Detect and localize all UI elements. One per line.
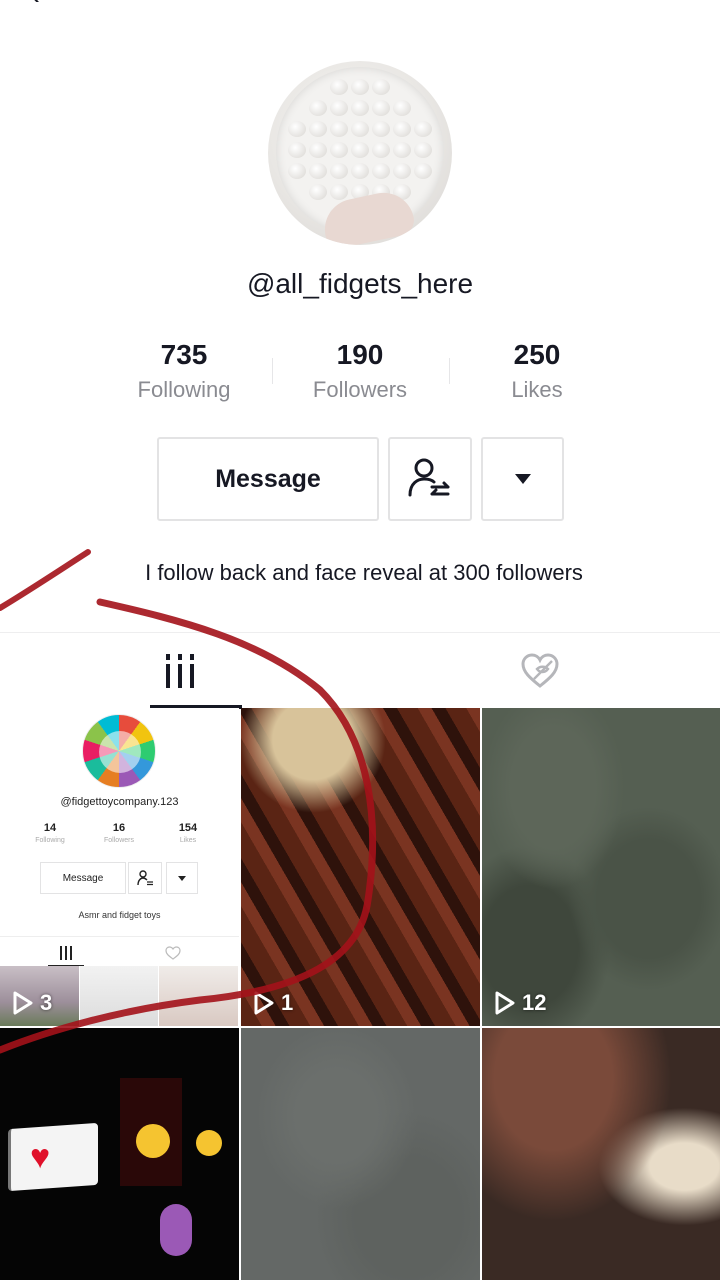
video-grid: @fidgettoycompany.123 14 Following 16 Fo… [0,708,720,1280]
top-bar: ‹ [0,0,720,11]
embedded-heart-icon [165,946,181,960]
red-heart-emoji: ♥ [30,1138,51,1176]
tab-liked[interactable] [360,633,720,709]
view-count-text: 1 [281,990,294,1015]
embedded-stat-value: 16 [112,822,126,834]
profile-tabs [0,632,720,709]
pop-it-bubble [351,163,369,179]
profile-bio: I follow back and face reveal at 300 fol… [145,560,583,585]
pop-it-bubble [372,79,390,95]
stat-likes-label: Likes [511,377,563,402]
pop-it-bubble [351,142,369,158]
embedded-stat-followers: 16 Followers [89,822,149,844]
video-tile[interactable]: 12 [482,708,720,1026]
stat-followers-label: Followers [312,377,408,402]
embedded-caret-icon [166,862,198,894]
embedded-grid-icon [60,946,72,960]
follow-back-button[interactable] [388,437,472,521]
pop-it-bubble [288,163,306,179]
pop-it-bubble [414,142,432,158]
profile-avatar[interactable] [268,61,452,245]
stat-following[interactable]: 735 Following [104,338,264,408]
play-icon [13,991,33,1015]
pop-it-bubble [414,163,432,179]
video-tile[interactable]: ♥ [0,1028,239,1280]
dropdown-button[interactable] [481,437,564,521]
pop-it-bubble [330,142,348,158]
pop-it-bubble [288,121,306,137]
embedded-bio: Asmr and fidget toys [78,910,161,920]
pop-it-bubble [288,142,306,158]
embedded-stat-label: Following [35,837,65,844]
stat-divider [272,358,273,384]
view-count: 1 [253,990,293,1016]
grid-bars-icon [166,654,194,688]
pop-it-bubble [393,142,411,158]
embedded-username: @fidgettoycompany.123 [60,796,179,808]
video-tile[interactable] [241,1028,480,1280]
person-emoji [160,1204,192,1256]
view-count: 3 [12,990,52,1016]
embedded-stat-value: 14 [43,822,57,834]
person-swap-icon [408,458,450,497]
pop-it-bubble [330,121,348,137]
embedded-message-button: Message [40,862,126,894]
pop-it-bubble [393,121,411,137]
caret-down-icon [514,474,531,484]
stat-following-label: Following [137,377,231,402]
embedded-stat-likes: 154 Likes [158,822,218,844]
profile-username: @all_fidgets_here [246,268,474,299]
pop-it-bubble [330,100,348,116]
pop-it-bubble [372,163,390,179]
pop-it-bubble [372,100,390,116]
pop-it-bubble [351,121,369,137]
pop-it-bubble [309,184,327,200]
message-button[interactable]: Message [157,437,379,521]
back-arrow-icon[interactable]: ‹ [30,0,40,12]
embedded-tabs [0,936,239,967]
tab-videos[interactable] [0,633,360,709]
video-tile[interactable]: @fidgettoycompany.123 14 Following 16 Fo… [0,708,239,1026]
pop-it-bubble [351,79,369,95]
embedded-stat-label: Likes [179,837,197,844]
stat-followers[interactable]: 190 Followers [280,338,440,408]
play-icon [495,991,515,1015]
view-count: 12 [494,990,546,1016]
pop-it-bubble [330,184,348,200]
pop-it-bubble [393,100,411,116]
stat-likes[interactable]: 250 Likes [457,338,617,408]
heart-hidden-icon [521,653,559,688]
video-tile[interactable] [482,1028,720,1280]
embedded-stat-value: 154 [178,822,198,834]
neutral-face-emoji [136,1124,170,1158]
video-tile[interactable]: 1 [241,708,480,1026]
pop-it-bubble [372,121,390,137]
embedded-person-icon [128,862,162,894]
view-count-text: 3 [40,990,53,1015]
stat-likes-count: 250 [513,339,561,370]
stat-following-count: 735 [160,339,208,370]
pop-it-bubble [309,121,327,137]
pop-it-bubble [351,100,369,116]
face-emoji [196,1130,222,1156]
pop-it-bubble [414,121,432,137]
pop-it-bubble [330,163,348,179]
pop-it-bubble [309,100,327,116]
pop-it-bubble [309,142,327,158]
stat-followers-count: 190 [336,339,384,370]
pop-it-bubble [309,163,327,179]
embedded-stat-label: Followers [104,837,134,844]
view-count-text: 12 [522,990,547,1015]
embedded-stat-following: 14 Following [20,822,80,844]
pop-it-bubble [330,79,348,95]
pop-it-bubble [393,163,411,179]
stat-divider [449,358,450,384]
play-icon [254,991,274,1015]
pop-it-bubble [372,142,390,158]
white-flag-emoji [8,1122,98,1192]
embedded-avatar [82,714,156,788]
